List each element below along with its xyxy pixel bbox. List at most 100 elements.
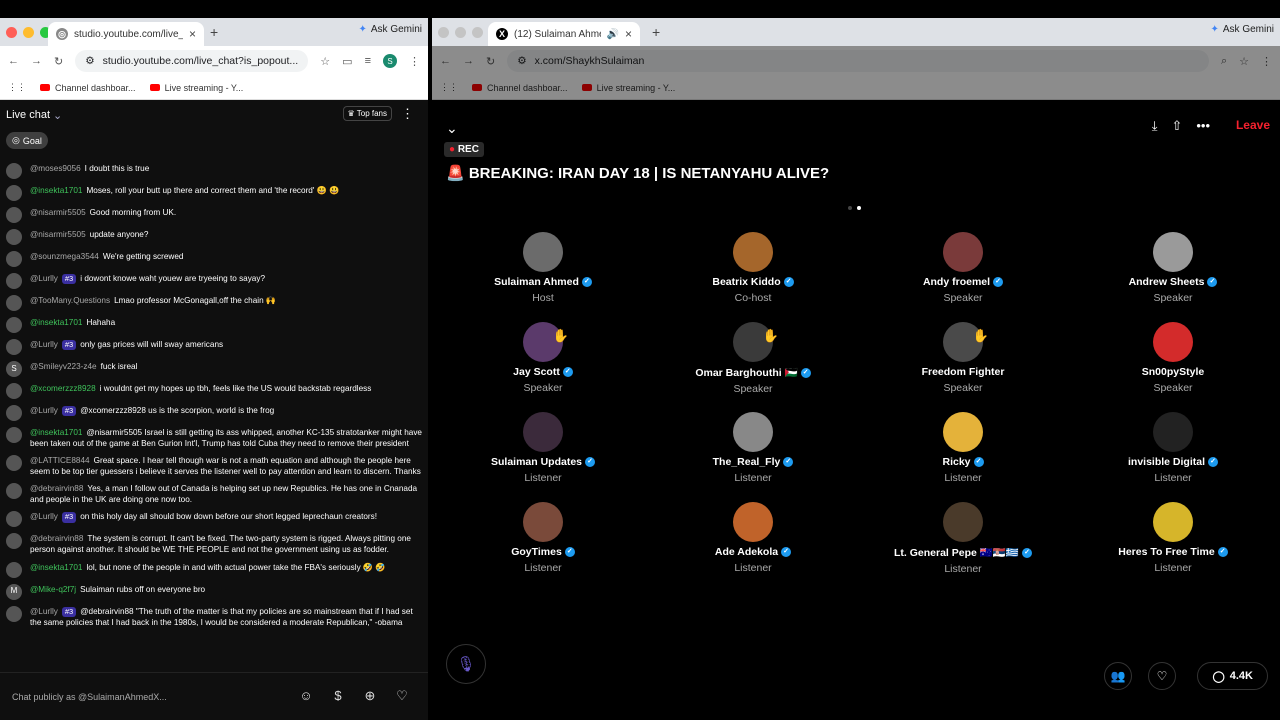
top-fans-button[interactable]: ♛ Top fans	[342, 106, 392, 121]
close-window-button[interactable]	[438, 27, 449, 38]
message-author[interactable]: @Lurlly	[30, 512, 58, 521]
close-tab-icon[interactable]: ×	[189, 27, 196, 41]
reload-icon[interactable]: ↻	[54, 55, 63, 68]
message-text: Yes, a man I follow out of Canada is hel…	[30, 484, 418, 505]
ask-gemini-button[interactable]: ✦ Ask Gemini	[1210, 24, 1274, 35]
bookmark-channel-dashboard[interactable]: Channel dashboar...	[40, 83, 136, 93]
avatar[interactable]	[6, 427, 22, 443]
star-icon[interactable]: ☆	[320, 55, 330, 68]
member-badge: #3	[61, 274, 77, 285]
message-author[interactable]: @xcomerzzz8928	[30, 384, 96, 393]
message-author[interactable]: @debrairvin88	[30, 484, 83, 493]
avatar[interactable]	[6, 273, 22, 289]
ask-gemini-button[interactable]: ✦ Ask Gemini	[358, 24, 422, 35]
message-body: @TooMany.Questions Lmao professor McGonag…	[30, 295, 276, 311]
avatar[interactable]	[6, 185, 22, 201]
message-author[interactable]: @Lurlly	[30, 406, 58, 415]
avatar[interactable]	[6, 317, 22, 333]
site-info-icon[interactable]: ⚙	[85, 55, 94, 67]
back-icon[interactable]: ←	[8, 55, 19, 67]
member-badge: #3	[61, 512, 77, 523]
add-icon[interactable]: ⊕	[362, 688, 378, 704]
forward-icon[interactable]: →	[463, 55, 474, 67]
forward-icon[interactable]: →	[31, 55, 42, 67]
message-author[interactable]: @insekta1701	[30, 186, 82, 195]
message-author[interactable]: @Mike-q2f7j	[30, 585, 76, 594]
avatar[interactable]	[6, 229, 22, 245]
avatar[interactable]	[6, 207, 22, 223]
bookmark-live-streaming[interactable]: Live streaming - Y...	[149, 83, 243, 93]
message-text: I doubt this is true	[84, 164, 150, 173]
message-body: @Mike-q2f7j Sulaiman rubs off on everyone…	[30, 584, 205, 600]
avatar[interactable]: S	[383, 54, 397, 68]
message-author[interactable]: @LATTICE8844	[30, 456, 90, 465]
message-author[interactable]: @Smileyv223-z4e	[30, 362, 97, 371]
avatar[interactable]	[6, 533, 22, 550]
avatar[interactable]	[6, 339, 22, 355]
speaker-icon[interactable]: 🔊	[607, 29, 619, 40]
new-tab-button[interactable]: +	[652, 24, 660, 40]
zoom-icon[interactable]: ⌕	[1221, 55, 1227, 68]
close-window-button[interactable]	[6, 27, 17, 38]
minimize-window-button[interactable]	[23, 27, 34, 38]
ask-gemini-label: Ask Gemini	[370, 24, 422, 35]
apps-icon[interactable]: ⋮⋮	[440, 82, 458, 93]
avatar[interactable]	[6, 163, 22, 179]
avatar[interactable]: M	[6, 583, 22, 600]
close-tab-icon[interactable]: ×	[625, 27, 632, 41]
back-icon[interactable]: ←	[440, 55, 451, 67]
url-field[interactable]: ⚙ studio.youtube.com/live_chat?is_popout…	[75, 50, 309, 72]
message-author[interactable]: @nisarmir5505	[30, 208, 86, 217]
chevron-down-icon[interactable]: ⌄	[53, 109, 62, 122]
more-options-icon[interactable]: ⋮	[401, 106, 414, 122]
bookmark-channel-dashboard[interactable]: Channel dashboar...	[472, 83, 568, 93]
browser-tab[interactable]: ◎ studio.youtube.com/live_chat ×	[48, 22, 204, 46]
message-author[interactable]: @insekta1701	[30, 563, 82, 572]
member-badge: #3	[61, 340, 77, 351]
avatar[interactable]	[6, 483, 22, 500]
message-text: @debrairvin88 "The truth of the matter i…	[30, 606, 413, 627]
browser-tab[interactable]: X (12) Sulaiman Ahmed (@S... 🔊 ×	[488, 22, 640, 46]
avatar[interactable]	[6, 455, 22, 472]
chat-message: @nisarmir5505 Good morning from UK.	[6, 207, 422, 223]
super-chat-icon[interactable]: $	[330, 688, 346, 704]
extensions-icon[interactable]: ≡	[365, 55, 371, 67]
cast-icon[interactable]: ▭	[342, 55, 352, 68]
avatar[interactable]	[6, 561, 22, 578]
message-author[interactable]: @Lurlly	[30, 340, 58, 349]
avatar[interactable]: S	[6, 361, 22, 377]
bookmark-live-streaming[interactable]: Live streaming - Y...	[581, 83, 675, 93]
menu-icon[interactable]: ⋮	[1261, 55, 1272, 68]
message-author[interactable]: @Lurlly	[30, 274, 58, 283]
avatar[interactable]	[6, 511, 22, 528]
avatar[interactable]	[6, 605, 22, 622]
goal-button[interactable]: ◎ Goal	[6, 132, 48, 149]
emoji-icon[interactable]: ☺	[298, 688, 314, 704]
site-info-icon[interactable]: ⚙	[517, 55, 526, 67]
menu-icon[interactable]: ⋮	[409, 55, 420, 68]
message-author[interactable]: @sounzmega3544	[30, 252, 99, 261]
avatar[interactable]	[6, 295, 22, 311]
message-body: @nisarmir5505 Good morning from UK.	[30, 207, 176, 223]
star-icon[interactable]: ☆	[1239, 55, 1249, 68]
message-author[interactable]: @debrairvin88	[30, 534, 83, 543]
avatar[interactable]	[6, 251, 22, 267]
message-author[interactable]: @moses9056	[30, 164, 81, 173]
message-author[interactable]: @TooMany.Questions	[30, 296, 110, 305]
message-text: We're getting screwed	[102, 252, 184, 261]
avatar[interactable]	[6, 405, 22, 421]
avatar[interactable]	[6, 383, 22, 399]
new-tab-button[interactable]: +	[210, 24, 218, 40]
message-author[interactable]: @nisarmir5505	[30, 230, 86, 239]
heart-icon[interactable]: ♡	[394, 688, 410, 704]
chat-input[interactable]: Chat publicly as @SulaimanAhmedX... ☺ $ …	[0, 672, 428, 720]
message-author[interactable]: @insekta1701	[30, 428, 82, 437]
minimize-window-button[interactable]	[455, 27, 466, 38]
maximize-window-button[interactable]	[472, 27, 483, 38]
message-author[interactable]: @Lurlly	[30, 607, 58, 616]
youtube-icon	[149, 84, 160, 91]
message-author[interactable]: @insekta1701	[30, 318, 82, 327]
apps-icon[interactable]: ⋮⋮	[8, 82, 26, 93]
url-field[interactable]: ⚙ x.com/ShaykhSulaiman	[507, 50, 1209, 72]
reload-icon[interactable]: ↻	[486, 55, 495, 68]
